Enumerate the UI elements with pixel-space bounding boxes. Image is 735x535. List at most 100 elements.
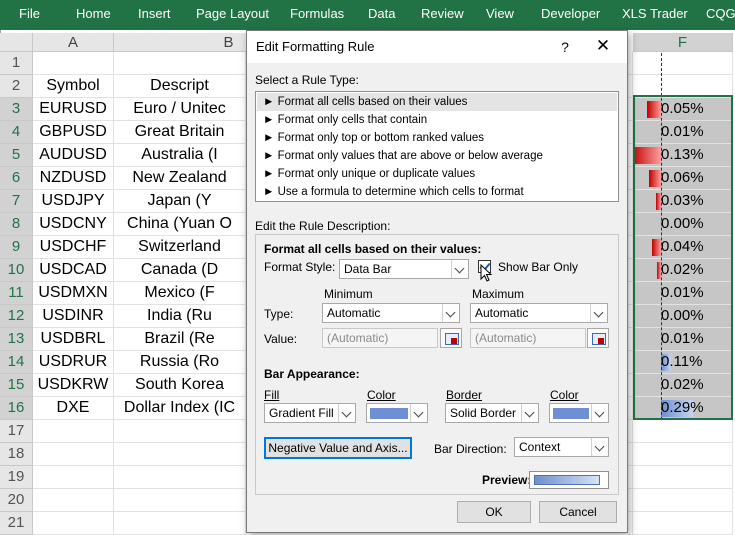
cell-b[interactable] <box>114 512 246 535</box>
row-header[interactable]: 12 <box>0 305 33 328</box>
cell-a[interactable]: USDCNY <box>33 213 114 236</box>
range-picker-icon[interactable] <box>587 328 609 348</box>
rule-type-item[interactable]: ► Format all cells based on their values <box>257 93 617 111</box>
maximum-value-input[interactable]: (Automatic) <box>470 328 586 348</box>
format-style-select[interactable]: Data Bar <box>339 259 469 279</box>
cell-a[interactable]: USDRUR <box>33 351 114 374</box>
cell-a[interactable]: DXE <box>33 397 114 420</box>
rule-type-item[interactable]: ► Format only top or bottom ranked value… <box>257 129 617 147</box>
cell-a[interactable]: Symbol <box>33 75 114 98</box>
row-header[interactable]: 17 <box>0 420 33 443</box>
rule-type-item[interactable]: ► Use a formula to determine which cells… <box>257 183 617 201</box>
negative-value-axis-button[interactable]: Negative Value and Axis... <box>264 437 412 459</box>
row-header[interactable]: 19 <box>0 466 33 489</box>
cell-a[interactable]: USDCAD <box>33 259 114 282</box>
row-header[interactable]: 18 <box>0 443 33 466</box>
cell-a[interactable]: NZDUSD <box>33 167 114 190</box>
tab-formulas[interactable]: Formulas <box>290 0 344 30</box>
border-color-picker[interactable] <box>549 403 609 423</box>
row-header[interactable]: 13 <box>0 328 33 351</box>
help-button[interactable]: ? <box>555 31 575 63</box>
cell-a[interactable]: USDMXN <box>33 282 114 305</box>
tab-page-layout[interactable]: Page Layout <box>196 0 269 30</box>
cell-a[interactable]: USDCHF <box>33 236 114 259</box>
cell-f[interactable] <box>633 443 733 466</box>
cell-f[interactable] <box>633 489 733 512</box>
cell-b[interactable]: Dollar Index (IC <box>114 397 246 420</box>
cell-b[interactable]: India (Ru <box>114 305 246 328</box>
rule-type-list[interactable]: ► Format all cells based on their values… <box>255 91 619 202</box>
cell-b[interactable]: China (Yuan O <box>114 213 246 236</box>
row-header[interactable]: 20 <box>0 489 33 512</box>
cell-b[interactable] <box>114 420 246 443</box>
tab-cqg[interactable]: CQG <box>706 0 735 30</box>
tab-view[interactable]: View <box>486 0 514 30</box>
cell-b[interactable] <box>114 466 246 489</box>
border-select[interactable]: Solid Border <box>445 403 539 423</box>
cell-f[interactable] <box>633 466 733 489</box>
row-header[interactable]: 8 <box>0 213 33 236</box>
cell-b[interactable] <box>114 52 246 75</box>
cell-b[interactable]: Japan (Y <box>114 190 246 213</box>
cell-a[interactable] <box>33 443 114 466</box>
cell-a[interactable]: USDBRL <box>33 328 114 351</box>
cell-b[interactable]: Switzerland <box>114 236 246 259</box>
cell-a[interactable]: USDKRW <box>33 374 114 397</box>
cell-a[interactable] <box>33 466 114 489</box>
rule-type-item[interactable]: ► Format only cells that contain <box>257 111 617 129</box>
row-header[interactable]: 5 <box>0 144 33 167</box>
tab-xls-trader[interactable]: XLS Trader <box>622 0 688 30</box>
select-all-corner[interactable] <box>0 33 33 52</box>
row-header[interactable]: 3 <box>0 98 33 121</box>
cell-a[interactable]: EURUSD <box>33 98 114 121</box>
rule-type-item[interactable]: ► Format only values that are above or b… <box>257 147 617 165</box>
row-header[interactable]: 15 <box>0 374 33 397</box>
row-header[interactable]: 21 <box>0 512 33 535</box>
minimum-type-select[interactable]: Automatic <box>322 303 460 323</box>
cell-b[interactable]: Mexico (F <box>114 282 246 305</box>
cell-a[interactable]: AUDUSD <box>33 144 114 167</box>
tab-developer[interactable]: Developer <box>541 0 600 30</box>
tab-insert[interactable]: Insert <box>138 0 171 30</box>
rule-type-item[interactable]: ► Format only unique or duplicate values <box>257 165 617 183</box>
cell-b[interactable]: Brazil (Re <box>114 328 246 351</box>
tab-home[interactable]: Home <box>76 0 111 30</box>
tab-data[interactable]: Data <box>368 0 395 30</box>
cell-a[interactable]: USDINR <box>33 305 114 328</box>
cell-b[interactable]: Descript <box>114 75 246 98</box>
row-header[interactable]: 2 <box>0 75 33 98</box>
row-header[interactable]: 14 <box>0 351 33 374</box>
cell-a[interactable] <box>33 489 114 512</box>
tab-review[interactable]: Review <box>421 0 464 30</box>
cell-a[interactable] <box>33 52 114 75</box>
cell-b[interactable] <box>114 489 246 512</box>
cell-b[interactable]: Russia (Ro <box>114 351 246 374</box>
ok-button[interactable]: OK <box>457 501 531 523</box>
bar-direction-select[interactable]: Context <box>514 437 609 457</box>
cell-a[interactable] <box>33 420 114 443</box>
row-header[interactable]: 10 <box>0 259 33 282</box>
fill-color-picker[interactable] <box>366 403 428 423</box>
tab-file[interactable]: File <box>19 0 40 30</box>
cell-b[interactable]: Great Britain <box>114 121 246 144</box>
range-picker-icon[interactable] <box>440 328 462 348</box>
row-header[interactable]: 7 <box>0 190 33 213</box>
cell-f[interactable] <box>633 52 733 75</box>
fill-select[interactable]: Gradient Fill <box>264 403 356 423</box>
cell-f[interactable] <box>633 512 733 535</box>
cell-f[interactable] <box>633 420 733 443</box>
row-header[interactable]: 1 <box>0 52 33 75</box>
minimum-value-input[interactable]: (Automatic) <box>322 328 438 348</box>
cell-b[interactable]: South Korea <box>114 374 246 397</box>
cell-b[interactable]: Euro / Unitec <box>114 98 246 121</box>
row-header[interactable]: 9 <box>0 236 33 259</box>
row-header[interactable]: 11 <box>0 282 33 305</box>
cell-b[interactable]: Australia (I <box>114 144 246 167</box>
row-header[interactable]: 6 <box>0 167 33 190</box>
cell-a[interactable] <box>33 512 114 535</box>
cancel-button[interactable]: Cancel <box>539 501 617 523</box>
maximum-type-select[interactable]: Automatic <box>470 303 608 323</box>
column-header-a[interactable]: A <box>33 33 114 52</box>
cell-a[interactable]: GBPUSD <box>33 121 114 144</box>
cell-b[interactable]: New Zealand <box>114 167 246 190</box>
